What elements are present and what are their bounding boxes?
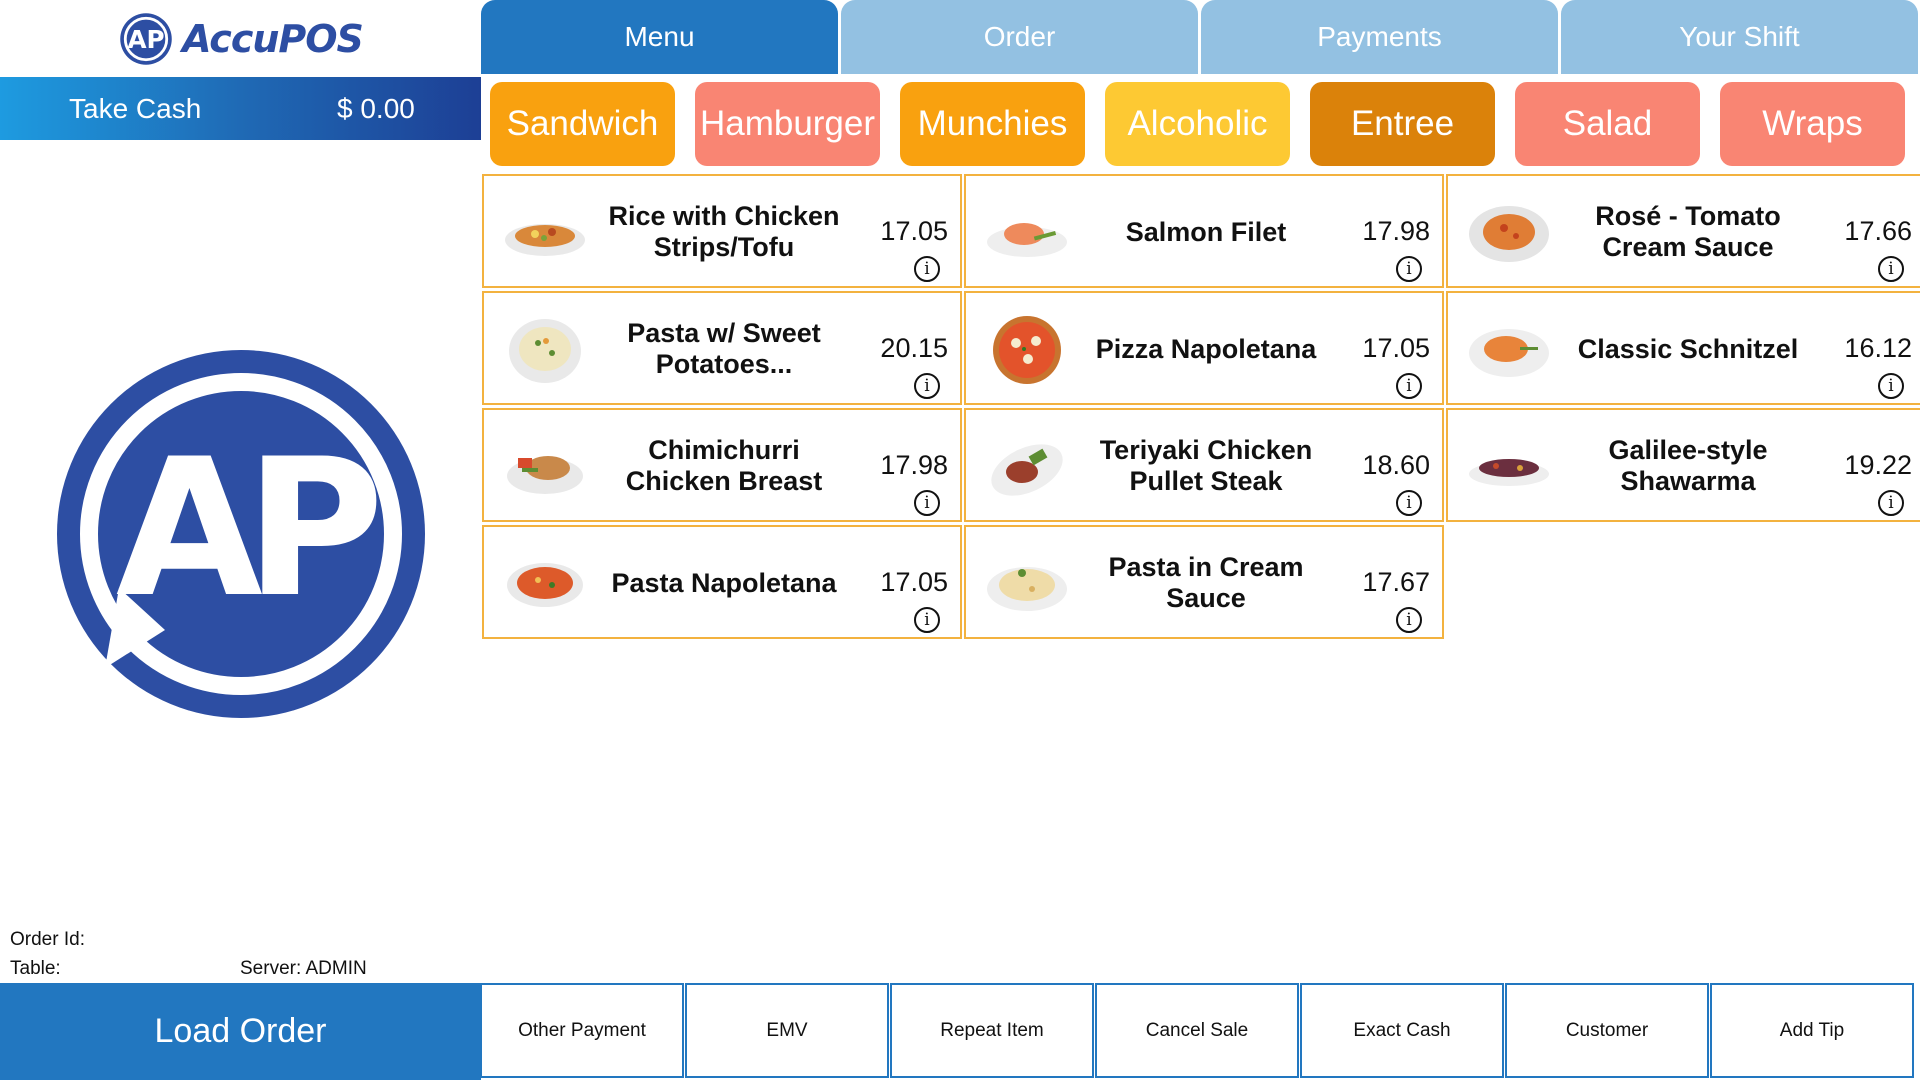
category-munchies[interactable]: Munchies: [900, 82, 1085, 166]
menu-item-name: Teriyaki Chicken Pullet Steak: [1099, 435, 1313, 496]
take-cash-amount: $ 0.00: [337, 92, 415, 124]
menu-item-price: 17.98: [880, 450, 948, 480]
menu-item-price: 17.66: [1844, 216, 1912, 246]
menu-item-price: 17.67: [1362, 567, 1430, 597]
brand-header: AP AccuPOS: [0, 0, 481, 77]
other-payment-button[interactable]: Other Payment: [480, 983, 684, 1078]
menu-item-price: 17.05: [880, 216, 948, 246]
info-icon[interactable]: i: [1396, 490, 1422, 516]
info-icon[interactable]: i: [1878, 490, 1904, 516]
menu-item-name: Chimichurri Chicken Breast: [625, 435, 823, 496]
pizza-icon: [993, 316, 1061, 384]
info-icon[interactable]: i: [1396, 607, 1422, 633]
menu-item-price: 17.05: [880, 567, 948, 597]
info-icon[interactable]: i: [1878, 373, 1904, 399]
table-label: Table:: [10, 958, 61, 979]
exact-cash-button[interactable]: Exact Cash: [1300, 983, 1504, 1078]
category-salad[interactable]: Salad: [1515, 82, 1700, 166]
shawarma-dish-icon: [1469, 459, 1549, 486]
category-alcoholic[interactable]: Alcoholic: [1105, 82, 1290, 166]
svg-text:AP: AP: [116, 418, 377, 639]
menu-item-card[interactable]: Galilee-style Shawarma 19.22 i: [1446, 408, 1920, 522]
category-entree[interactable]: Entree: [1310, 82, 1495, 166]
take-cash-label: Take Cash: [69, 92, 202, 124]
teriyaki-steak-dish-icon: [991, 444, 1063, 496]
category-wraps[interactable]: Wraps: [1720, 82, 1905, 166]
menu-item-name: Galilee-style Shawarma: [1608, 435, 1768, 496]
tab-menu[interactable]: Menu: [481, 0, 838, 74]
menu-item-price: 17.98: [1362, 216, 1430, 246]
menu-item-card[interactable]: Pasta w/ Sweet Potatoes... 20.15 i: [482, 291, 962, 405]
info-icon[interactable]: i: [914, 256, 940, 282]
menu-item-price: 18.60: [1362, 450, 1430, 480]
rice-chicken-dish-icon: [505, 224, 585, 256]
salmon-dish-icon: [987, 223, 1067, 257]
info-icon[interactable]: i: [914, 607, 940, 633]
info-icon[interactable]: i: [1396, 373, 1422, 399]
info-icon[interactable]: i: [914, 490, 940, 516]
menu-item-card[interactable]: Salmon Filet 17.98 i: [964, 174, 1444, 288]
pasta-sweet-potato-dish-icon: [509, 319, 581, 383]
menu-item-name: Pizza Napoletana: [1095, 333, 1317, 364]
svg-text:AP: AP: [128, 24, 165, 53]
menu-item-name: Salmon Filet: [1125, 216, 1287, 247]
info-icon[interactable]: i: [1878, 256, 1904, 282]
menu-item-name: Pasta in Cream Sauce: [1108, 552, 1304, 613]
menu-item-card[interactable]: Classic Schnitzel 16.12 i: [1446, 291, 1920, 405]
pasta-napoletana-dish-icon: [507, 563, 583, 607]
category-sandwich[interactable]: Sandwich: [490, 82, 675, 166]
chicken-breast-dish-icon: [507, 456, 583, 494]
tab-payments[interactable]: Payments: [1201, 0, 1558, 74]
info-icon[interactable]: i: [914, 373, 940, 399]
menu-item-price: 19.22: [1844, 450, 1912, 480]
menu-item-price: 16.12: [1844, 333, 1912, 363]
menu-item-name: Rosé - Tomato Cream Sauce: [1595, 201, 1781, 262]
menu-item-price: 17.05: [1362, 333, 1430, 363]
accupos-large-logo-icon: AP: [57, 350, 425, 718]
order-info: Order Id: Table: Server: ADMIN: [10, 925, 480, 983]
brand-name: AccuPOS: [182, 16, 364, 61]
menu-item-card[interactable]: Pizza Napoletana 17.05 i: [964, 291, 1444, 405]
menu-item-card[interactable]: Rosé - Tomato Cream Sauce 17.66 i: [1446, 174, 1920, 288]
menu-item-card[interactable]: Pasta in Cream Sauce 17.67 i: [964, 525, 1444, 639]
accupos-logo-icon: AP: [120, 12, 172, 65]
emv-button[interactable]: EMV: [685, 983, 889, 1078]
load-order-button[interactable]: Load Order: [0, 983, 481, 1080]
tab-order[interactable]: Order: [841, 0, 1198, 74]
add-tip-button[interactable]: Add Tip: [1710, 983, 1914, 1078]
menu-item-card[interactable]: Chimichurri Chicken Breast 17.98 i: [482, 408, 962, 522]
menu-item-name: Pasta w/ Sweet Potatoes...: [627, 318, 821, 379]
menu-item-card[interactable]: Teriyaki Chicken Pullet Steak 18.60 i: [964, 408, 1444, 522]
menu-item-card[interactable]: Pasta Napoletana 17.05 i: [482, 525, 962, 639]
schnitzel-dish-icon: [1469, 329, 1549, 377]
info-icon[interactable]: i: [1396, 256, 1422, 282]
pasta-rose-dish-icon: [1469, 206, 1549, 262]
tab-your-shift[interactable]: Your Shift: [1561, 0, 1918, 74]
customer-button[interactable]: Customer: [1505, 983, 1709, 1078]
menu-item-name: Classic Schnitzel: [1577, 333, 1799, 364]
take-cash-button[interactable]: Take Cash $ 0.00: [0, 77, 481, 140]
pasta-cream-dish-icon: [987, 567, 1067, 611]
server-label: Server: ADMIN: [240, 958, 367, 979]
cancel-sale-button[interactable]: Cancel Sale: [1095, 983, 1299, 1078]
menu-item-card[interactable]: Rice with Chicken Strips/Tofu 17.05 i: [482, 174, 962, 288]
menu-item-price: 20.15: [880, 333, 948, 363]
category-hamburger[interactable]: Hamburger: [695, 82, 880, 166]
order-id-label: Order Id:: [10, 929, 85, 950]
menu-item-name: Rice with Chicken Strips/Tofu: [608, 201, 840, 262]
repeat-item-button[interactable]: Repeat Item: [890, 983, 1094, 1078]
menu-item-name: Pasta Napoletana: [611, 567, 837, 598]
